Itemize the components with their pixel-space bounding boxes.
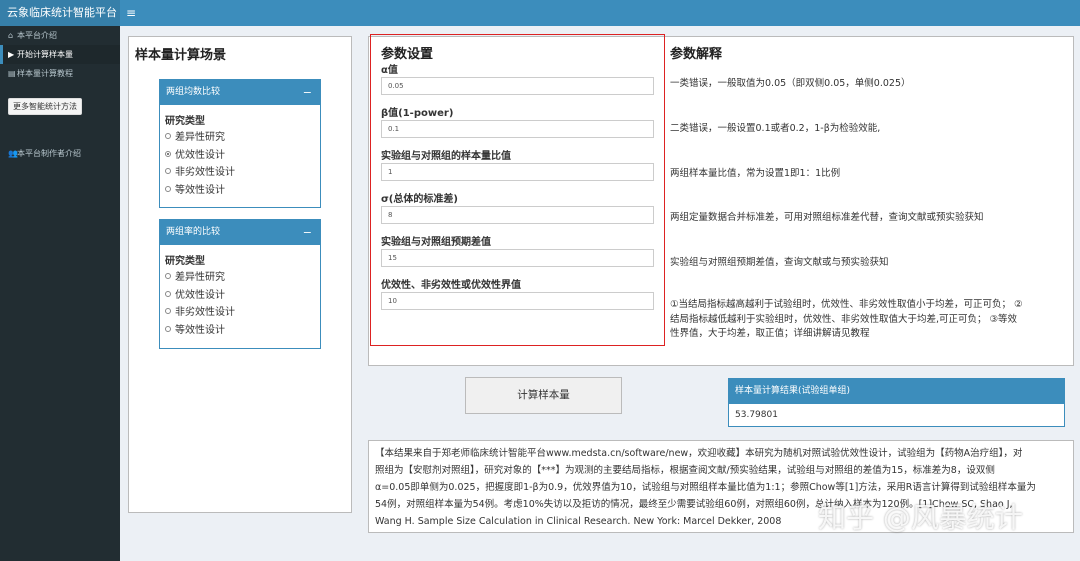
- radio-option[interactable]: 优效性设计: [165, 147, 315, 165]
- explain-alpha: 一类错误，一般取值为0.05（即双侧0.05，单侧0.025）: [670, 78, 911, 89]
- calculate-button[interactable]: 计算样本量: [465, 377, 622, 414]
- sidebar-item-author[interactable]: 👥本平台制作者介绍: [0, 144, 120, 163]
- radio-option[interactable]: 差异性研究: [165, 129, 315, 147]
- collapse-icon[interactable]: −: [303, 220, 312, 245]
- box-title: 两组均数比较: [166, 87, 221, 97]
- radio-label: 非劣效性设计: [175, 307, 235, 319]
- home-icon: ⌂: [8, 31, 14, 40]
- beta-label: β值(1-power): [381, 108, 454, 119]
- radio-icon[interactable]: [165, 168, 171, 175]
- summary-line: 照组为【安慰剂对照组】，研究对象的【***】为观测的主要结局指标，根据查阅文献/…: [375, 465, 995, 476]
- users-icon: 👥: [8, 149, 18, 158]
- radio-label: 优效性设计: [175, 289, 225, 301]
- study-type-label: 研究类型: [165, 256, 205, 267]
- menu-toggle-icon[interactable]: ≡: [126, 0, 136, 26]
- app-logo[interactable]: 云象临床统计智能平台: [0, 0, 120, 26]
- study-type-label: 研究类型: [165, 116, 205, 127]
- beta-input[interactable]: 0.1: [381, 120, 654, 138]
- note-line: 结局指标越低越利于实验组时，优效性、非劣效性取值大于均差,可正可负； ③等效: [670, 313, 1018, 325]
- params-title: 参数设置: [381, 47, 434, 62]
- sidebar: ⌂ 本平台介绍 ▶ 开始计算样本量 ▤样本量计算教程 更多智能统计方法 👥本平台制作…: [0, 26, 120, 561]
- radio-icon[interactable]: [165, 185, 171, 192]
- summary-line: α=0.05即单侧为0.025，把握度即1-β为0.9，优效界值为10，试验组与…: [375, 482, 1036, 493]
- watermark: 知乎 @风暴统计: [818, 501, 1023, 534]
- explain-sigma: 两组定量数据合并标准差，可用对照组标准差代替，查询文献或预实验获知: [670, 212, 984, 223]
- radio-icon[interactable]: [165, 290, 171, 297]
- top-bar: [0, 0, 1080, 26]
- result-header: 样本量计算结果(试验组单组): [729, 379, 1064, 404]
- summary-line: 【本结果来自于郑老师临床统计智能平台www.medsta.cn/software…: [375, 448, 1023, 459]
- radio-option[interactable]: 差异性研究: [165, 269, 315, 287]
- ratio-input[interactable]: 1: [381, 163, 654, 181]
- radio-option[interactable]: 优效性设计: [165, 287, 315, 305]
- note-line: ①当结局指标越高越利于试验组时，优效性、非劣效性取值小于均差，可正可负； ②: [670, 299, 1023, 310]
- radio-label: 差异性研究: [175, 132, 225, 143]
- mean-comparison-box: 两组均数比较 − 研究类型 差异性研究 优效性设计 非劣效性设计 等效性设计: [159, 79, 321, 208]
- result-value: 53.79801: [735, 410, 778, 420]
- sigma-input[interactable]: 8: [381, 206, 654, 224]
- explain-title: 参数解释: [670, 47, 723, 62]
- radio-icon[interactable]: [165, 133, 171, 139]
- box-header[interactable]: 两组均数比较 −: [160, 80, 320, 105]
- book-icon: ▤: [8, 69, 16, 78]
- radio-option[interactable]: 等效性设计: [165, 322, 315, 340]
- radio-label: 差异性研究: [175, 272, 225, 283]
- radio-label: 等效性设计: [175, 184, 225, 196]
- sidebar-item-label: 样本量计算教程: [17, 69, 73, 78]
- rate-comparison-box: 两组率的比较 − 研究类型 差异性研究 优效性设计 非劣效性设计 等效性设计: [159, 219, 321, 349]
- result-box: 样本量计算结果(试验组单组) 53.79801: [728, 378, 1065, 427]
- margin-input[interactable]: 10: [381, 292, 654, 310]
- radio-option[interactable]: 非劣效性设计: [165, 304, 315, 322]
- radio-label: 非劣效性设计: [175, 167, 235, 179]
- radio-icon[interactable]: [165, 273, 171, 279]
- ratio-label: 实验组与对照组的样本量比值: [381, 151, 511, 162]
- more-methods-button[interactable]: 更多智能统计方法: [8, 98, 82, 115]
- radio-option[interactable]: 非劣效性设计: [165, 164, 315, 182]
- sidebar-item-label: 开始计算样本量: [17, 50, 73, 59]
- alpha-label: α值: [381, 65, 398, 76]
- explain-ratio: 两组样本量比值，常为设置1即1：1比例: [670, 168, 841, 179]
- sidebar-item-label: 本平台介绍: [17, 31, 57, 40]
- sigma-label: σ(总体的标准差): [381, 194, 458, 205]
- collapse-icon[interactable]: −: [303, 80, 312, 105]
- radio-icon[interactable]: [165, 325, 171, 332]
- explain-diff: 实验组与对照组预期差值，查询文献或与预实验获知: [670, 257, 889, 268]
- radio-label: 等效性设计: [175, 324, 225, 336]
- sidebar-item-start-calc[interactable]: ▶ 开始计算样本量: [0, 45, 120, 64]
- explain-margin: ①当结局指标越高越利于试验组时，优效性、非劣效性取值小于均差，可正可负； ② 结…: [670, 298, 1023, 342]
- radio-label: 优效性设计: [175, 149, 225, 161]
- sidebar-item-tutorial[interactable]: ▤样本量计算教程: [0, 64, 120, 83]
- sidebar-item-intro[interactable]: ⌂ 本平台介绍: [0, 26, 120, 45]
- box-title: 两组率的比较: [166, 227, 221, 237]
- sidebar-item-label: 本平台制作者介绍: [17, 149, 81, 158]
- alpha-input[interactable]: 0.05: [381, 77, 654, 95]
- scenario-title: 样本量计算场景: [135, 48, 227, 63]
- note-line: 性界值，大于均差，取正值；详细讲解请见教程: [670, 328, 870, 339]
- diff-label: 实验组与对照组预期差值: [381, 237, 491, 248]
- margin-label: 优效性、非劣效性或优效性界值: [381, 280, 521, 291]
- diff-input[interactable]: 15: [381, 249, 654, 267]
- box-header[interactable]: 两组率的比较 −: [160, 220, 320, 245]
- radio-option[interactable]: 等效性设计: [165, 182, 315, 200]
- explain-beta: 二类错误，一般设置0.1或者0.2，1-β为检验效能,: [670, 123, 881, 134]
- radio-icon[interactable]: [165, 308, 171, 315]
- play-icon: ▶: [8, 50, 15, 59]
- radio-selected-icon[interactable]: [165, 150, 171, 157]
